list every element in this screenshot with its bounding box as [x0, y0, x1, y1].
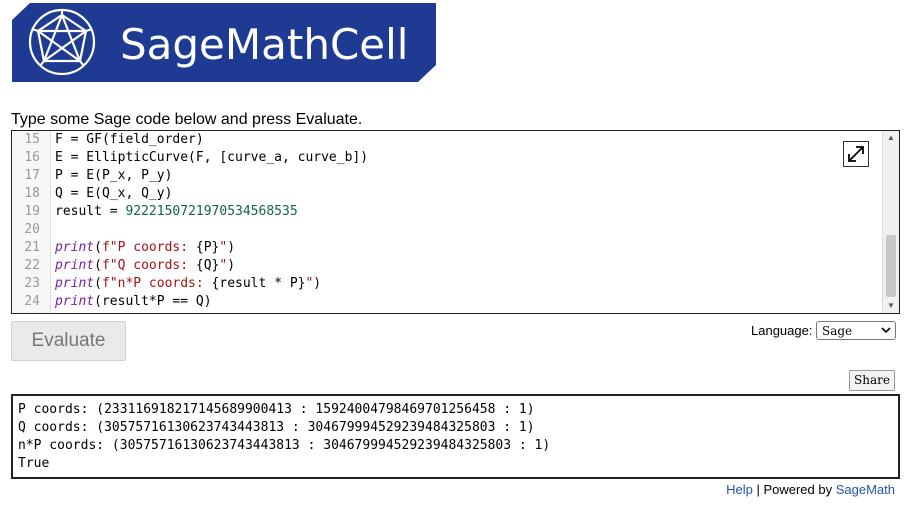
line-number: 20 [24, 222, 40, 237]
code-token: ( [94, 258, 102, 273]
scroll-up-arrow-icon[interactable]: ▲ [883, 131, 899, 145]
evaluate-button[interactable]: Evaluate [11, 321, 126, 361]
line-number: 21 [24, 240, 40, 255]
code-token: ) [313, 276, 322, 291]
line-number: 15 [24, 132, 40, 147]
output-panel: P coords: (23311691821714568990041З : 15… [11, 394, 900, 479]
fullscreen-button[interactable] [843, 141, 869, 167]
line-number-gutter: 15 16 17 18 19 20 21 22 23 24 [12, 131, 51, 313]
code-token: f"P coords: [101, 240, 196, 255]
line-number: 17 [24, 168, 40, 183]
code-area[interactable]: F = GF(field_order) E = EllipticCurve(F, … [55, 131, 881, 313]
code-line[interactable]: Q = E(Q_x, Q_y) [55, 185, 172, 203]
line-number: 22 [24, 258, 40, 273]
code-token: F = GF(field_order) [55, 132, 204, 147]
code-line[interactable]: print(f"Q coords: {Q}") [55, 257, 235, 275]
code-token: P = E(P_x, P_y) [55, 168, 173, 183]
expand-icon [848, 146, 864, 162]
code-token: (result*P == Q) [94, 294, 212, 309]
code-line[interactable]: E = EllipticCurve(F, [curve_a, curve_b]) [55, 149, 368, 167]
scroll-down-arrow-icon[interactable]: ▼ [883, 299, 899, 313]
code-token: print [55, 240, 95, 255]
code-token: E = EllipticCurve(F, [curve_a, curve_b]) [55, 150, 369, 165]
intro-text: Type some Sage code below and press Eval… [11, 111, 363, 128]
code-token: f"Q coords: [101, 258, 196, 273]
code-line[interactable]: F = GF(field_order) [55, 131, 204, 149]
code-token: print [55, 276, 95, 291]
code-line[interactable]: P = E(P_x, P_y) [55, 167, 172, 185]
code-token: print [55, 258, 95, 273]
output-line: n*P coords: (30575716130623743443813 : 3… [18, 438, 551, 453]
logo-text: SageMathCell [120, 20, 408, 69]
line-number: 24 [24, 294, 40, 309]
line-number: 23 [24, 276, 40, 291]
language-selected-value: Sage [822, 324, 853, 338]
scrollbar-thumb[interactable] [886, 235, 896, 297]
output-line: Q coords: (30575716130623743443813 : 304… [18, 420, 535, 435]
chevron-down-icon [881, 327, 891, 334]
sagemath-link[interactable]: SageMath [836, 482, 895, 497]
code-token: result = [55, 204, 126, 219]
language-label: Language: [751, 323, 813, 338]
line-number: 16 [24, 150, 40, 165]
code-line[interactable]: print(f"P coords: {P}") [55, 239, 235, 257]
code-token: {Q} [195, 258, 220, 273]
code-token: {P} [195, 240, 220, 255]
code-line[interactable]: result = 9222150721970534568535 [55, 203, 298, 221]
code-token: Q = E(Q_x, Q_y) [55, 186, 173, 201]
powered-by-text: | Powered by [752, 482, 836, 497]
footer: Help | Powered by SageMath [726, 482, 895, 498]
code-line[interactable]: print(f"n*P coords: {result * P}") [55, 275, 321, 293]
code-token: ) [227, 240, 236, 255]
code-token: print [55, 294, 95, 309]
code-line[interactable]: print(result*P == Q) [55, 293, 212, 311]
line-number: 19 [24, 204, 40, 219]
help-link[interactable]: Help [726, 482, 753, 497]
sagemathcell-logo: SageMathCell [12, 3, 436, 82]
code-token: ( [94, 240, 102, 255]
code-token: ( [94, 276, 102, 291]
output-line: P coords: (23311691821714568990041З : 15… [18, 402, 535, 417]
code-token: ) [227, 258, 236, 273]
code-editor[interactable]: 15 16 17 18 19 20 21 22 23 24 F = GF(field_order)… [11, 130, 900, 314]
share-button[interactable]: Share [849, 370, 895, 391]
code-token: {result * P} [211, 276, 306, 291]
code-token: f"n*P coords: [101, 276, 212, 291]
language-select[interactable]: Sage [816, 321, 896, 340]
code-token: 9222150721970534568535 [125, 204, 298, 219]
output-line: True [18, 456, 50, 471]
line-number: 18 [24, 186, 40, 201]
editor-scrollbar[interactable]: ▲ ▼ [882, 131, 899, 313]
